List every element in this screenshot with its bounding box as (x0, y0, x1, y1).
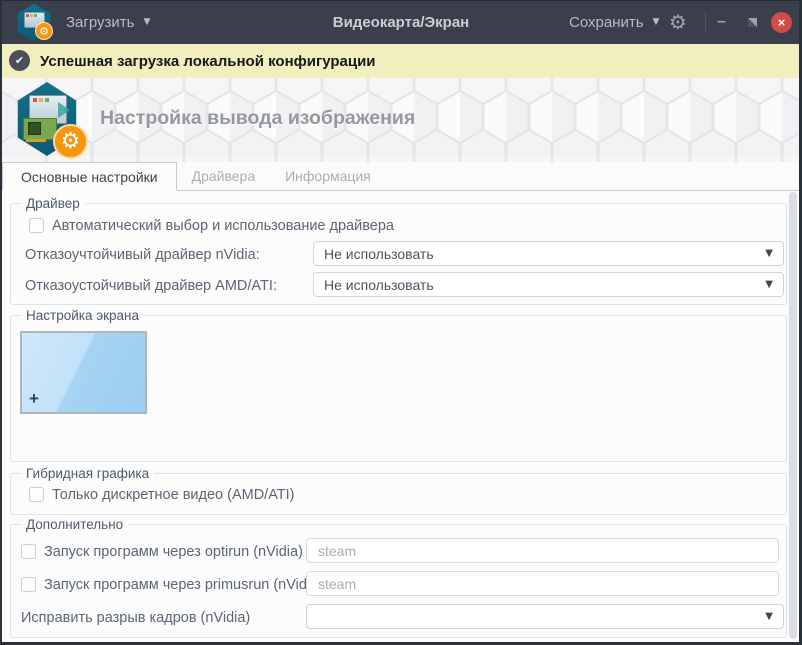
tearing-fix-label: Исправить разрыв кадров (nVidia) (21, 610, 251, 626)
optirun-checkbox[interactable] (21, 544, 36, 559)
group-screen-legend: Настройка экрана (21, 307, 144, 324)
group-screen: Настройка экрана + (10, 307, 787, 462)
app-banner-icon: ⚙ (13, 82, 93, 160)
restore-button[interactable] (748, 18, 757, 27)
group-extra-legend: Дополнительно (21, 516, 129, 533)
group-extra: Дополнительно Запуск программ через opti… (10, 516, 787, 638)
select-value: Не использовать (324, 276, 434, 293)
minimize-button[interactable]: – (717, 0, 726, 44)
settings-gear-button[interactable]: ⚙ (669, 0, 687, 44)
amd-failsafe-select[interactable]: Не использовать ▼ (313, 272, 784, 297)
gear-icon: ⚙ (669, 10, 687, 34)
auto-driver-checkbox[interactable] (29, 218, 44, 233)
chevron-down-icon: ▼ (652, 17, 660, 27)
discrete-video-label: Только дискретное видео (AMD/ATI) (52, 487, 295, 503)
group-hybrid: Гибридная графика Только дискретное виде… (10, 465, 787, 515)
optirun-command-input[interactable] (306, 538, 779, 563)
amd-failsafe-label: Отказоустойчивый драйвер AMD/ATI: (25, 278, 277, 294)
check-glyph: ✔ (14, 54, 25, 67)
save-menu-label: Сохранить (569, 13, 644, 31)
chevron-down-icon: ▼ (765, 611, 773, 622)
gear-icon: ⚙ (53, 124, 88, 159)
primusrun-checkbox[interactable] (21, 577, 36, 592)
tab-drivers[interactable]: Драйвера (177, 162, 271, 190)
group-hybrid-legend: Гибридная графика (21, 465, 155, 482)
tab-information[interactable]: Информация (270, 162, 386, 190)
save-menu-button[interactable]: Сохранить ▼ (569, 0, 659, 44)
plus-icon: + (29, 389, 39, 408)
notification-message: Успешная загрузка локальной конфигурации (40, 52, 376, 70)
app-window: ⚙ Загрузить ▼ Видеокарта/Экран Сохранить… (0, 0, 802, 645)
close-button[interactable]: × (771, 12, 792, 33)
tearing-fix-select[interactable]: ▼ (306, 604, 784, 629)
group-driver: Драйвер Автоматический выбор и использов… (10, 195, 787, 305)
chevron-down-icon: ▼ (765, 279, 773, 290)
primusrun-label: Запуск программ через primusrun (nVidia) (44, 577, 324, 593)
notification-bar: ✔ Успешная загрузка локальной конфигурац… (0, 44, 802, 78)
gpu-card-graphic (23, 118, 57, 142)
page-title: Настройка вывода изображения (100, 107, 416, 129)
primusrun-command-input[interactable] (306, 571, 779, 596)
titlebar: ⚙ Загрузить ▼ Видеокарта/Экран Сохранить… (0, 0, 802, 44)
auto-driver-label: Автоматический выбор и использование дра… (52, 218, 394, 234)
discrete-video-checkbox[interactable] (29, 487, 44, 502)
tab-main-settings[interactable]: Основные настройки (2, 162, 177, 191)
success-check-icon: ✔ (9, 50, 30, 71)
optirun-label: Запуск программ через optirun (nVidia) (44, 544, 303, 560)
minimize-icon: – (717, 13, 726, 30)
add-screen-tile[interactable]: + (20, 331, 147, 414)
group-driver-legend: Драйвер (21, 195, 85, 212)
chevron-down-icon: ▼ (765, 248, 773, 259)
tab-bar: Основные настройки Драйвера Информация (2, 162, 799, 191)
play-triangle (58, 102, 70, 118)
gear-glyph: ⚙ (60, 128, 81, 154)
titlebar-separator (705, 11, 706, 33)
nvidia-failsafe-label: Отказоучтойчивый драйвер nVidia: (25, 247, 260, 263)
vertical-scrollbar[interactable] (789, 192, 797, 639)
select-value: Не использовать (324, 245, 434, 262)
nvidia-failsafe-select[interactable]: Не использовать ▼ (313, 241, 784, 266)
close-icon: × (777, 15, 786, 30)
